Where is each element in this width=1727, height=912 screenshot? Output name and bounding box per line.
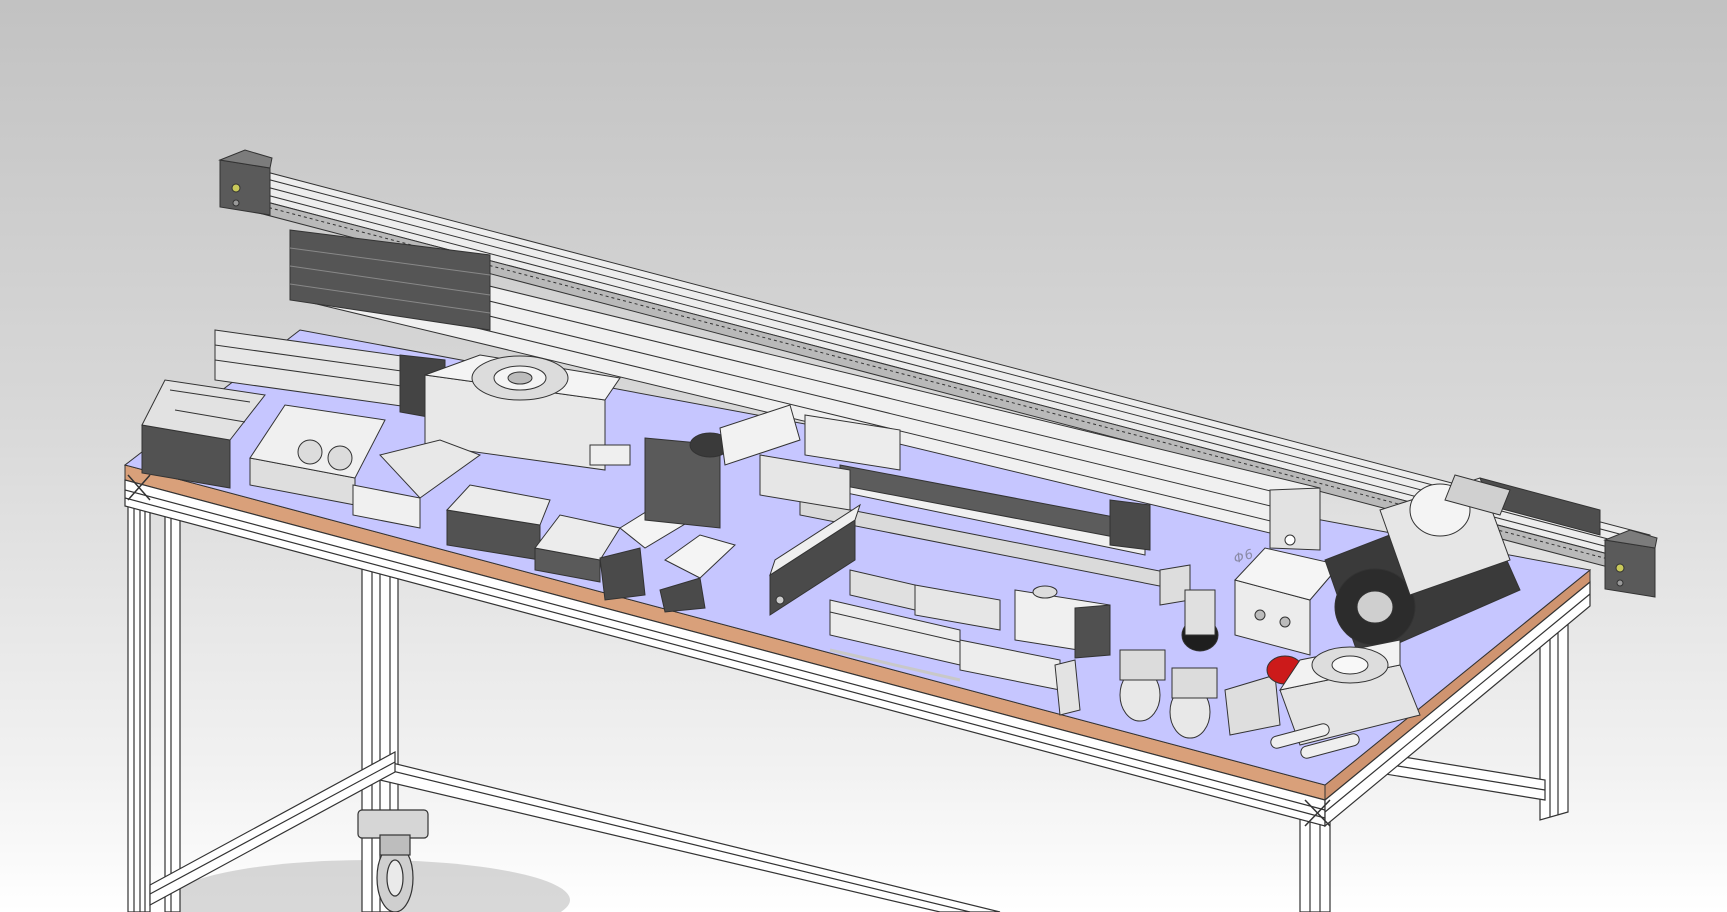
cad-3d-viewport[interactable]: Φ6 [0, 0, 1727, 912]
leg-front-left [127, 469, 151, 912]
axis-end-cap-left [219, 159, 271, 216]
assembly-model [123, 149, 1658, 912]
axis-end-cap-right [1604, 539, 1656, 598]
leg-front-left-inner [164, 497, 181, 912]
